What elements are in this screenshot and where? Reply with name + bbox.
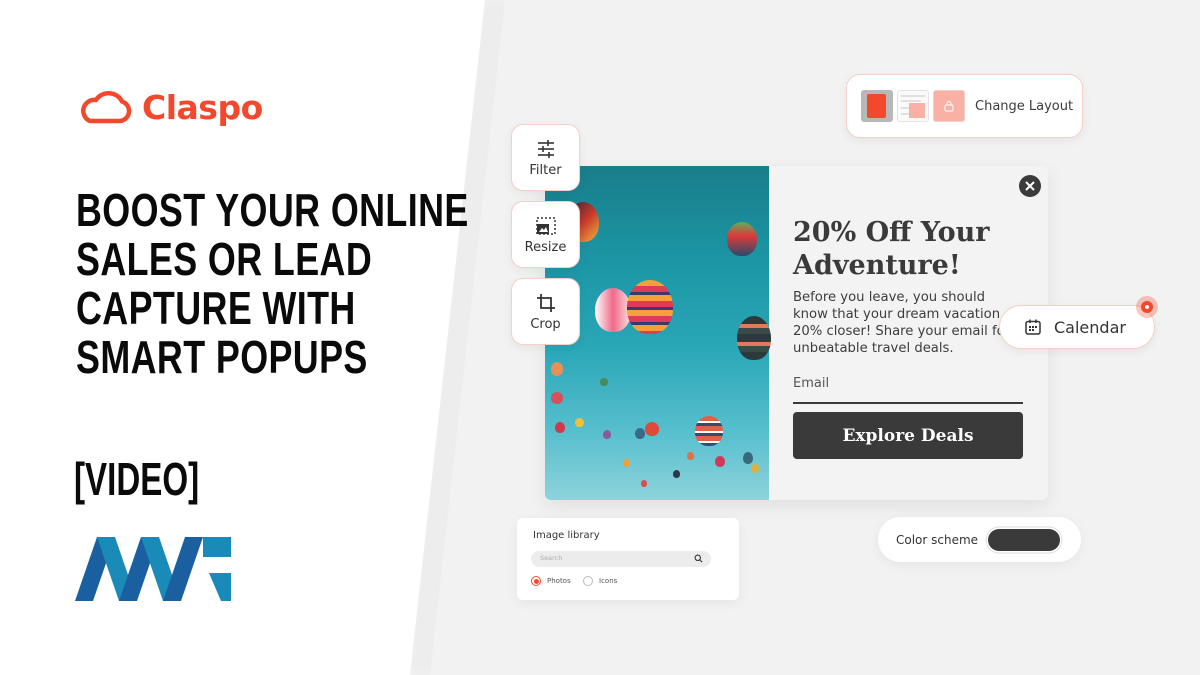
close-icon bbox=[1025, 181, 1035, 191]
calendar-label: Calendar bbox=[1054, 317, 1126, 337]
crop-label: Crop bbox=[530, 316, 561, 332]
search-icon bbox=[694, 554, 703, 563]
layout-option-inline[interactable] bbox=[897, 90, 929, 122]
brand-name: Claspo bbox=[142, 88, 263, 127]
resize-button[interactable]: Resize bbox=[511, 201, 580, 268]
color-scheme-label: Color scheme bbox=[896, 532, 979, 547]
lock-icon bbox=[944, 101, 954, 112]
change-layout-widget: Change Layout bbox=[846, 74, 1083, 138]
popup-content: 20% Off Your Adventure! Before you leave… bbox=[793, 166, 1041, 500]
color-scheme-widget: Color scheme bbox=[878, 517, 1081, 562]
close-button[interactable] bbox=[1019, 175, 1041, 197]
change-layout-label[interactable]: Change Layout bbox=[975, 99, 1073, 114]
notification-dot bbox=[1136, 296, 1158, 318]
video-tag: [VIDEO] bbox=[74, 453, 200, 505]
filter-button[interactable]: Filter bbox=[511, 124, 580, 191]
popup-body: Before you leave, you should know that y… bbox=[793, 290, 1005, 356]
headline: BOOST YOUR ONLINE SALES OR LEAD CAPTURE … bbox=[76, 184, 469, 383]
calendar-button[interactable]: Calendar bbox=[999, 296, 1158, 349]
radio-photos-label: Photos bbox=[547, 577, 571, 585]
radio-selected-icon bbox=[531, 576, 541, 586]
popup-title: 20% Off Your Adventure! bbox=[793, 217, 990, 281]
mt-logo bbox=[75, 537, 231, 601]
cloud-icon bbox=[81, 90, 132, 123]
color-scheme-swatch[interactable] bbox=[988, 528, 1061, 551]
search-placeholder: Search bbox=[540, 554, 563, 562]
headline-line: SMART POPUPS bbox=[76, 331, 368, 383]
headline-line: CAPTURE WITH bbox=[76, 282, 356, 334]
sliders-icon bbox=[537, 139, 554, 158]
resize-label: Resize bbox=[524, 239, 567, 255]
headline-line: BOOST YOUR ONLINE bbox=[76, 184, 469, 236]
radio-unselected-icon bbox=[583, 576, 593, 586]
headline-line: SALES OR LEAD bbox=[76, 233, 373, 285]
email-input[interactable]: Email bbox=[793, 376, 829, 391]
image-library-title: Image library bbox=[533, 530, 600, 541]
radio-icons[interactable]: Icons bbox=[583, 576, 617, 586]
filter-label: Filter bbox=[529, 162, 562, 178]
radio-icons-label: Icons bbox=[599, 577, 618, 585]
email-underline bbox=[793, 402, 1023, 404]
crop-button[interactable]: Crop bbox=[511, 278, 580, 345]
image-search-input[interactable]: Search bbox=[531, 551, 711, 567]
radio-photos[interactable]: Photos bbox=[531, 576, 571, 586]
layout-option-locked[interactable] bbox=[933, 90, 965, 122]
crop-icon bbox=[536, 293, 555, 312]
claspo-logo: Claspo bbox=[76, 88, 263, 127]
popup-preview: 20% Off Your Adventure! Before you leave… bbox=[545, 166, 1048, 500]
calendar-icon bbox=[1025, 319, 1041, 335]
resize-image-icon bbox=[535, 216, 556, 235]
explore-deals-button[interactable]: Explore Deals bbox=[793, 412, 1023, 459]
layout-option-popup[interactable] bbox=[861, 90, 893, 122]
image-library-panel: Image library Search Photos Icons bbox=[517, 518, 739, 600]
